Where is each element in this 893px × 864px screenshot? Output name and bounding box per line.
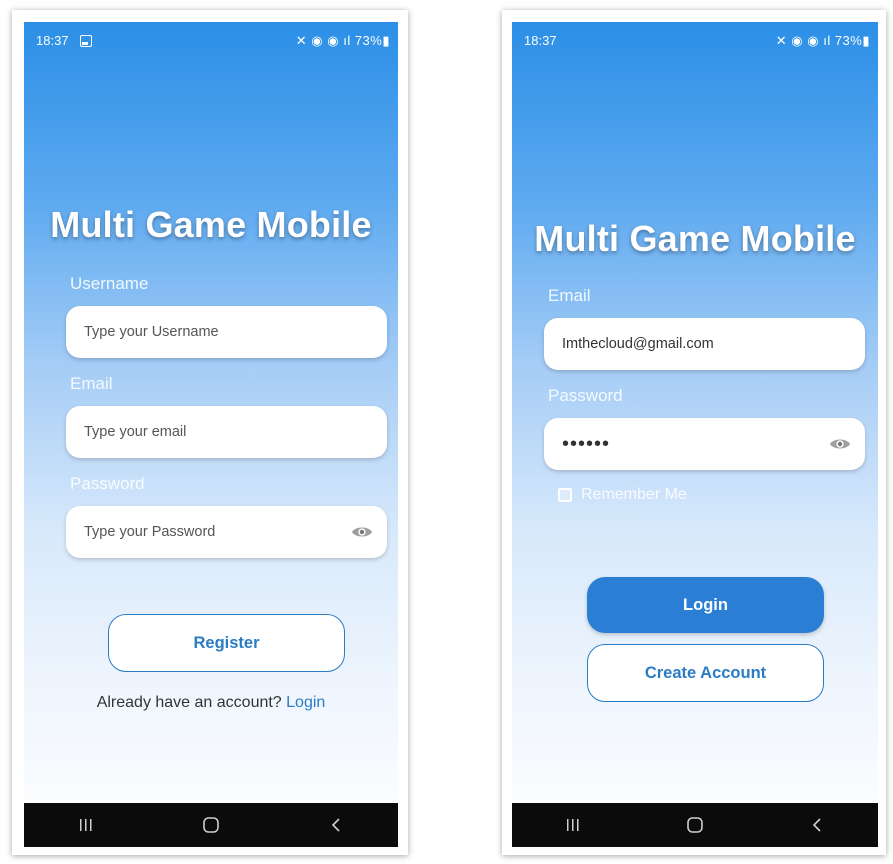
password-field[interactable] [66, 506, 387, 558]
android-nav-bar [512, 803, 878, 847]
app-title: Multi Game Mobile [50, 204, 372, 245]
remember-me-checkbox[interactable] [558, 488, 572, 502]
email-input[interactable] [560, 335, 865, 353]
login-button[interactable]: Login [587, 577, 824, 633]
back-icon [331, 818, 340, 832]
recent-apps-icon [80, 819, 92, 831]
register-phone-frame: 18:37 ✕ ◉ ◉ ıl 73%▮ Multi Game Mobile Us… [12, 10, 408, 855]
recent-apps-button[interactable] [543, 803, 603, 847]
login-link[interactable]: Login [286, 694, 325, 711]
home-icon [687, 817, 703, 833]
login-screen: 18:37 ✕ ◉ ◉ ıl 73%▮ Multi Game Mobile Em… [512, 22, 878, 847]
status-time: 18:37 [36, 33, 69, 48]
remember-me-label: Remember Me [581, 486, 687, 503]
remember-me[interactable]: Remember Me [558, 486, 687, 504]
recent-apps-button[interactable] [56, 803, 116, 847]
password-label: Password [70, 474, 145, 493]
back-button[interactable] [306, 803, 366, 847]
email-field[interactable] [66, 406, 387, 458]
status-bar: 18:37 ✕ ◉ ◉ ıl 73%▮ [512, 22, 878, 56]
password-input[interactable] [82, 523, 351, 541]
back-icon [812, 818, 821, 832]
already-account-label: Already have an account? [96, 694, 287, 711]
home-icon [203, 817, 219, 833]
back-button[interactable] [787, 803, 847, 847]
login-phone-frame: 18:37 ✕ ◉ ◉ ıl 73%▮ Multi Game Mobile Em… [502, 10, 886, 855]
home-button[interactable] [181, 803, 241, 847]
gallery-notification-icon [80, 35, 92, 47]
email-label: Email [70, 374, 113, 393]
register-button[interactable]: Register [108, 614, 345, 672]
already-account-text: Already have an account? Login [24, 694, 398, 712]
status-time: 18:37 [524, 33, 557, 48]
username-label: Username [70, 274, 149, 293]
eye-icon[interactable] [351, 524, 373, 540]
android-nav-bar [24, 803, 398, 847]
email-input[interactable] [82, 423, 387, 441]
username-field[interactable] [66, 306, 387, 358]
status-indicators: ✕ ◉ ◉ ıl 73%▮ [775, 33, 870, 48]
password-field[interactable] [544, 418, 865, 470]
password-label: Password [548, 386, 623, 405]
username-input[interactable] [82, 323, 387, 341]
recent-apps-icon [567, 819, 579, 831]
email-label: Email [548, 286, 591, 305]
password-input[interactable] [560, 431, 829, 457]
home-button[interactable] [665, 803, 725, 847]
register-screen: 18:37 ✕ ◉ ◉ ıl 73%▮ Multi Game Mobile Us… [24, 22, 398, 847]
status-indicators: ✕ ◉ ◉ ıl 73%▮ [295, 33, 390, 48]
status-bar: 18:37 ✕ ◉ ◉ ıl 73%▮ [24, 22, 398, 56]
app-title: Multi Game Mobile [534, 218, 856, 259]
email-field[interactable] [544, 318, 865, 370]
eye-icon[interactable] [829, 436, 851, 452]
create-account-button[interactable]: Create Account [587, 644, 824, 702]
